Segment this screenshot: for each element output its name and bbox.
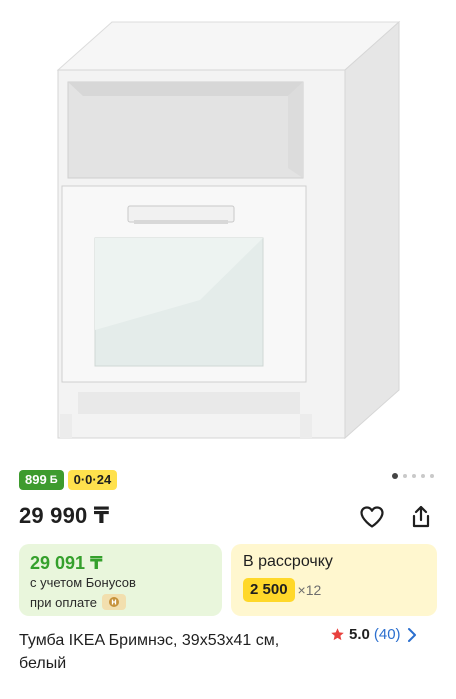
installment-row: 2 500 ×12	[243, 578, 321, 602]
bonus-payment-icon	[101, 594, 126, 610]
bonus-price: 29 091 ₸	[30, 553, 103, 573]
rating-score: 5.0	[349, 626, 370, 643]
share-button[interactable]	[406, 502, 436, 532]
carousel-dot[interactable]	[403, 474, 407, 478]
carousel-dot[interactable]	[412, 474, 416, 478]
bonus-badge: 899 Б	[19, 470, 64, 490]
carousel-dot[interactable]	[421, 474, 425, 478]
installment-card[interactable]: В рассрочку 2 500 ×12	[231, 544, 437, 616]
bonus-note-text: при оплате	[30, 594, 97, 610]
product-price: 29 990 ₸	[19, 503, 110, 528]
bonus-price-card[interactable]: 29 091 ₸ с учетом Бонусов при оплате	[19, 544, 222, 616]
star-icon	[331, 628, 344, 641]
rating-reviews-count[interactable]: (40)	[374, 626, 401, 643]
product-image[interactable]	[0, 0, 456, 462]
bonus-note-line1: с учетом Бонусов	[30, 575, 136, 590]
installment-title: В рассрочку	[243, 553, 333, 570]
share-icon	[412, 505, 430, 528]
bonus-badge-amount: 899	[25, 472, 47, 487]
installment-multiplier: ×12	[297, 582, 322, 598]
heart-icon	[360, 506, 384, 528]
bonus-note-line2: при оплате	[30, 594, 126, 610]
chevron-right-icon[interactable]	[405, 627, 419, 643]
installment-amount: 2 500	[243, 578, 295, 602]
product-title: Тумба IKEA Бримнэс, 39x53x41 см, белый	[19, 632, 280, 672]
installment-badge: 0·0·24	[67, 470, 118, 490]
product-rating[interactable]: 5.0 (40)	[330, 626, 419, 643]
carousel-dot-active[interactable]	[392, 473, 398, 479]
favorite-button[interactable]	[357, 502, 387, 532]
bonus-badge-symbol: Б	[49, 474, 58, 486]
promo-badges: 899 Б 0·0·24	[19, 470, 118, 490]
carousel-dot[interactable]	[430, 474, 434, 478]
image-carousel-dots[interactable]	[392, 472, 434, 480]
